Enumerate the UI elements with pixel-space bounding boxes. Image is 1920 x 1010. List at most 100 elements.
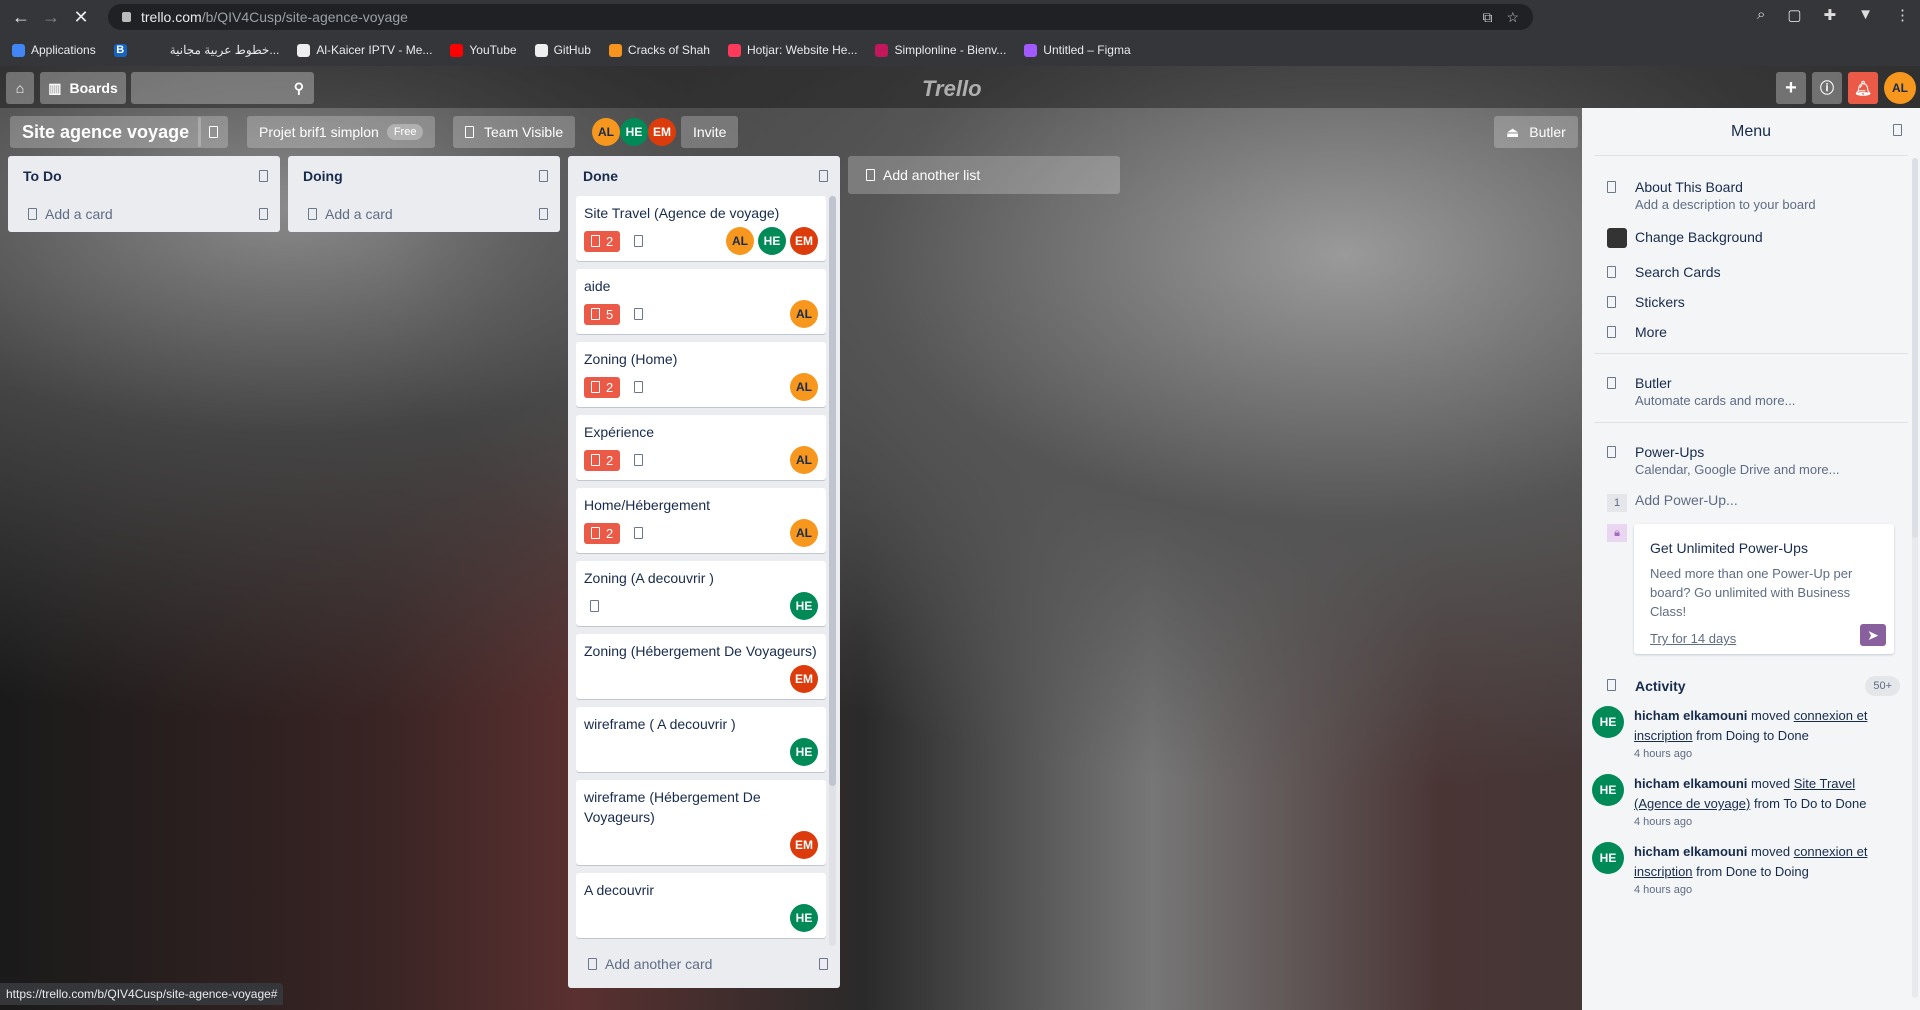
card-member-avatar[interactable]: EM — [790, 831, 818, 859]
add-card-button[interactable]: Add another card — [568, 946, 840, 982]
card-member-avatar[interactable]: AL — [790, 300, 818, 328]
info-button[interactable]: ⓘ — [1812, 72, 1842, 104]
bookmark-icon — [534, 43, 548, 57]
bookmark[interactable]: Cracks of Shah — [608, 43, 710, 57]
menu-search-cards[interactable]: Search Cards — [1582, 263, 1920, 281]
star-icon[interactable]: ☆ — [1506, 9, 1519, 26]
activity-user[interactable]: hicham elkamouni — [1634, 844, 1747, 859]
activity-avatar[interactable]: HE — [1592, 842, 1624, 874]
back-icon[interactable]: ← — [6, 7, 36, 28]
menu-more[interactable]: More — [1582, 323, 1920, 341]
menu-power-ups[interactable]: Power-Ups Calendar, Google Drive and more… — [1582, 443, 1920, 479]
butler-button[interactable]: ⏏ Butler — [1494, 116, 1578, 148]
add-list-button[interactable]: Add another list — [848, 156, 1120, 194]
close-icon[interactable] — [1893, 124, 1902, 136]
star-board-button[interactable] — [198, 116, 228, 148]
menu-about-board[interactable]: About This Board Add a description to you… — [1582, 178, 1920, 214]
card-member-avatar[interactable]: HE — [790, 904, 818, 932]
add-card-button[interactable]: Add a card — [8, 196, 280, 232]
trello-logo[interactable]: Trello — [922, 76, 982, 102]
card[interactable]: A decouvrir HE — [576, 873, 826, 938]
card[interactable]: Zoning (A decouvrir ) HE — [576, 561, 826, 626]
user-avatar[interactable]: AL — [1884, 72, 1916, 104]
card-member-avatar[interactable]: EM — [790, 227, 818, 255]
card[interactable]: wireframe (Hébergement De Voyageurs) EM — [576, 780, 826, 865]
bookmark[interactable]: GitHub — [534, 43, 591, 57]
add-card-button[interactable]: Add a card — [288, 196, 560, 232]
bookmark[interactable]: B — [113, 43, 133, 57]
send-icon[interactable]: ➤ — [1860, 624, 1886, 646]
card-member-avatar[interactable]: HE — [790, 592, 818, 620]
boards-button[interactable]: ▥ Boards — [40, 72, 126, 104]
template-icon[interactable] — [259, 208, 268, 220]
visibility-button[interactable]: Team Visible — [453, 116, 576, 148]
template-icon[interactable] — [819, 958, 828, 970]
stop-icon[interactable]: ✕ — [66, 7, 96, 28]
menu-change-background[interactable]: Change Background — [1582, 226, 1920, 251]
bookmark[interactable]: Al-Kaicer IPTV - Me... — [297, 43, 432, 57]
activity-item: HE hicham elkamouni moved Site Travel (Ag… — [1582, 774, 1920, 830]
bookmark[interactable]: Untitled – Figma — [1024, 43, 1131, 57]
add-power-up[interactable]: 1 Add Power-Up... — [1582, 491, 1920, 512]
card-member-avatar[interactable]: AL — [790, 519, 818, 547]
checklist-badge: 2 — [584, 522, 621, 544]
card-member-avatar[interactable]: AL — [790, 373, 818, 401]
list-menu-icon[interactable] — [539, 170, 548, 182]
activity-avatar[interactable]: HE — [1592, 774, 1624, 806]
bookmark[interactable]: خطوط عربية مجانية... — [151, 43, 280, 57]
template-icon[interactable] — [539, 208, 548, 220]
card-member-avatar[interactable]: AL — [726, 227, 754, 255]
checklist-badge: 2 — [584, 376, 621, 398]
list-scrollbar[interactable] — [829, 196, 836, 946]
activity-time[interactable]: 4 hours ago — [1634, 882, 1904, 898]
activity-count[interactable]: 50+ — [1865, 676, 1900, 696]
menu-butler[interactable]: Butler Automate cards and more... — [1582, 374, 1920, 410]
bookmark[interactable]: Simplonline - Bienv... — [875, 43, 1006, 57]
activity-avatar[interactable]: HE — [1592, 706, 1624, 738]
activity-time[interactable]: 4 hours ago — [1634, 814, 1904, 830]
forward-icon[interactable]: → — [36, 7, 66, 28]
bookmark[interactable]: YouTube — [450, 43, 517, 57]
list-title[interactable]: To Do — [23, 168, 62, 184]
home-button[interactable]: ⌂ — [6, 72, 34, 104]
menu-stickers[interactable]: Stickers — [1582, 293, 1920, 311]
kebab-menu-icon[interactable]: ⋮ — [1895, 6, 1910, 24]
card-member-avatar[interactable]: EM — [790, 665, 818, 693]
list-menu-icon[interactable] — [259, 170, 268, 182]
member-avatar[interactable]: AL — [592, 118, 620, 146]
card[interactable]: aide 5 AL — [576, 269, 826, 334]
puzzle-icon[interactable]: ✚ — [1824, 6, 1837, 24]
bookmark[interactable]: Applications — [12, 43, 96, 57]
card[interactable]: Home/Hébergement 2 AL — [576, 488, 826, 553]
card[interactable]: wireframe ( A decouvrir ) HE — [576, 707, 826, 772]
card[interactable]: Site Travel (Agence de voyage) 2 AL HE EM — [576, 196, 826, 261]
try-business-class-link[interactable]: Try for 14 days — [1650, 631, 1878, 646]
workspace-button[interactable]: Projet brif1 simplon Free — [247, 116, 436, 148]
vpn-icon[interactable]: ▼ — [1858, 6, 1873, 24]
search-icon — [1607, 266, 1616, 278]
list-menu-icon[interactable] — [819, 170, 828, 182]
card-member-avatar[interactable]: HE — [758, 227, 786, 255]
create-button[interactable]: + — [1776, 72, 1806, 104]
member-avatar[interactable]: EM — [648, 118, 676, 146]
extension-icon[interactable]: ⌕ — [1757, 6, 1765, 24]
activity-time[interactable]: 4 hours ago — [1634, 746, 1904, 762]
activity-user[interactable]: hicham elkamouni — [1634, 708, 1747, 723]
card-member-avatar[interactable]: HE — [790, 738, 818, 766]
list-title[interactable]: Done — [583, 168, 618, 184]
translate-icon[interactable]: ⧉ — [1482, 9, 1492, 26]
bookmark[interactable]: Hotjar: Website He... — [727, 43, 857, 57]
member-avatar[interactable]: HE — [620, 118, 648, 146]
card[interactable]: Expérience 2 AL — [576, 415, 826, 480]
search-input[interactable]: ⚲ — [131, 72, 314, 104]
activity-user[interactable]: hicham elkamouni — [1634, 776, 1747, 791]
screenshot-icon[interactable]: ▢ — [1787, 6, 1801, 24]
address-bar[interactable]: trello.com/b/QIV4Cusp/site-agence-voyage… — [108, 4, 1533, 30]
invite-button[interactable]: Invite — [681, 116, 739, 148]
card[interactable]: Zoning (Hébergement De Voyageurs) EM — [576, 634, 826, 699]
notifications-button[interactable]: 🔔︎ — [1848, 72, 1878, 104]
board-title[interactable]: Site agence voyage — [10, 116, 202, 148]
card[interactable]: Zoning (Home) 2 AL — [576, 342, 826, 407]
card-member-avatar[interactable]: AL — [790, 446, 818, 474]
list-title[interactable]: Doing — [303, 168, 343, 184]
